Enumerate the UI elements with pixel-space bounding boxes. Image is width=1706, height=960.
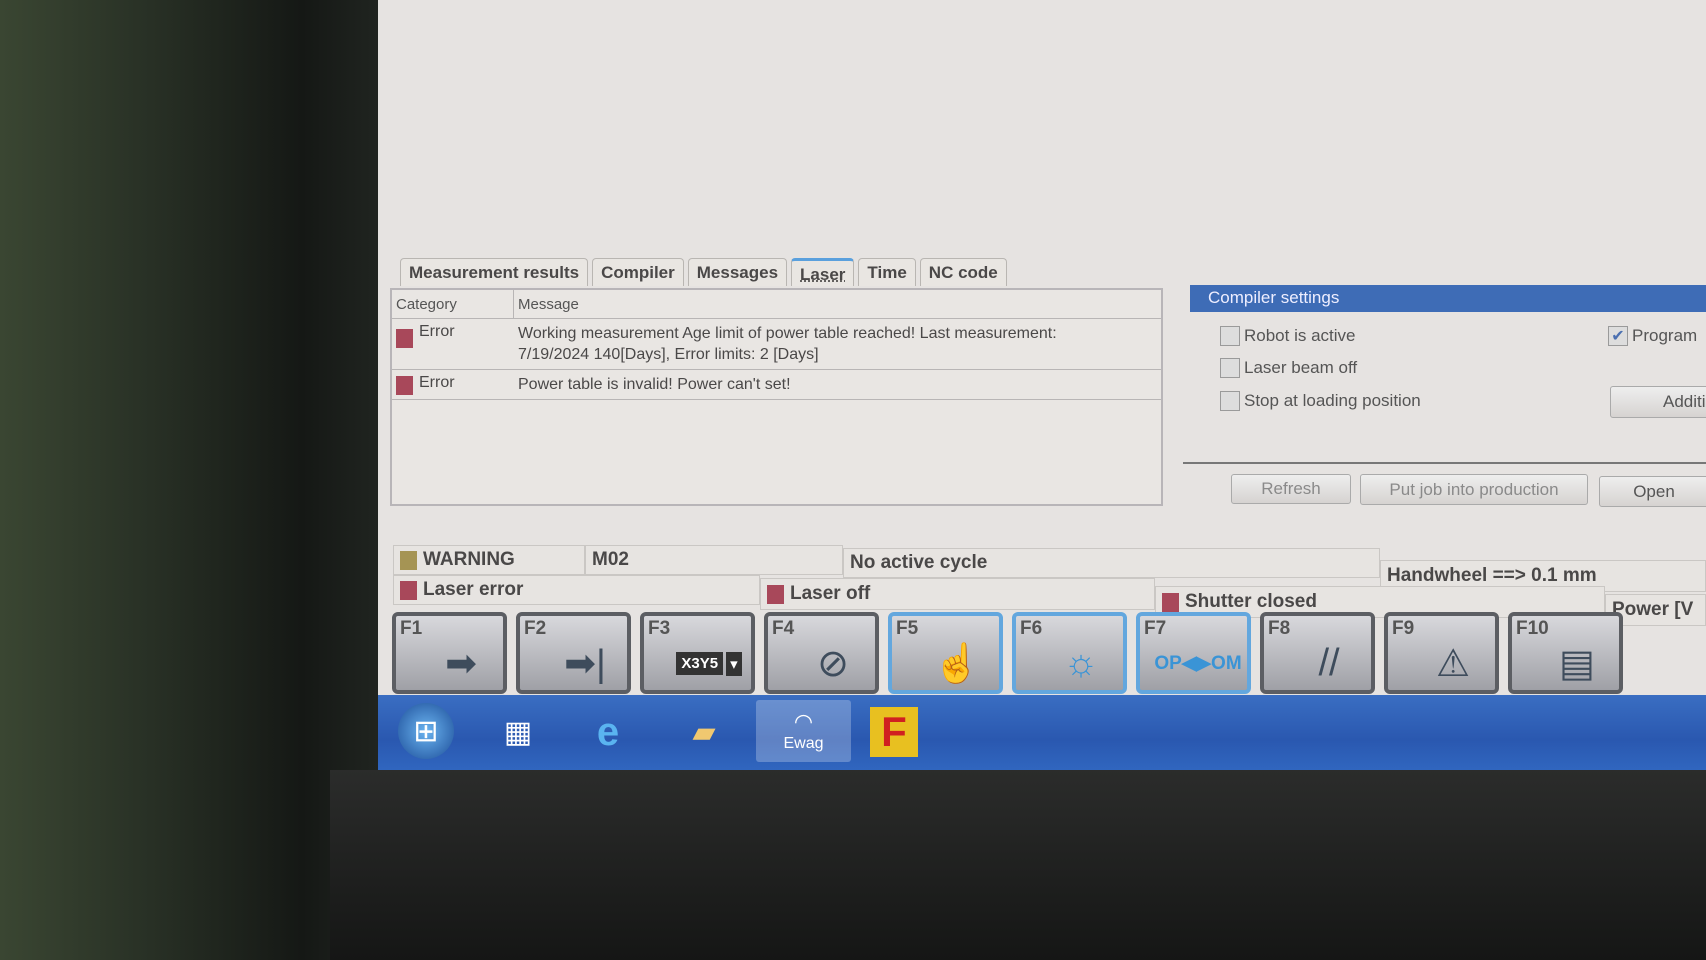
checkbox-icon (1220, 358, 1240, 378)
status-label: Shutter closed (1185, 591, 1317, 612)
put-job-into-production-button[interactable]: Put job into production (1360, 474, 1588, 505)
column-category[interactable]: Category (392, 290, 514, 318)
tab-bar: Measurement results Compiler Messages La… (400, 258, 1007, 286)
status-label: Laser error (423, 579, 524, 600)
additional-button[interactable]: Additio (1610, 386, 1706, 418)
tab-laser[interactable]: Laser (791, 258, 855, 286)
tab-time[interactable]: Time (858, 258, 916, 286)
lightbulb-icon: ☼ (1063, 642, 1099, 684)
tab-compiler[interactable]: Compiler (592, 258, 684, 286)
column-message[interactable]: Message (514, 296, 579, 313)
messages-table: Category Message Error Working measureme… (390, 288, 1163, 506)
application-f-icon[interactable]: F (870, 707, 918, 757)
f10-button[interactable]: F10 ▤ (1508, 612, 1623, 694)
key-label: F8 (1268, 618, 1291, 639)
f3-button[interactable]: F3 X3Y5 ▾ (640, 612, 755, 694)
category: Error (419, 374, 455, 391)
tab-messages[interactable]: Messages (687, 258, 788, 286)
arrow-to-end-icon: ➡| (564, 643, 606, 685)
taskbar: ⊞ ▦ e ▰ ◠ Ewag F (378, 695, 1706, 770)
divider (1183, 462, 1706, 464)
f6-button[interactable]: F6 ☼ (1012, 612, 1127, 694)
warning-status: WARNING (393, 545, 585, 575)
table-header: Category Message (392, 290, 1161, 319)
f1-button[interactable]: F1 ➡ (392, 612, 507, 694)
monitor-bezel-bottom (330, 770, 1706, 960)
op-om-icon: OP◀▶OM (1154, 653, 1242, 674)
message: Power table is invalid! Power can't set! (518, 376, 791, 393)
screen: Measurement results Compiler Messages La… (378, 0, 1706, 770)
stop-loading-position-checkbox[interactable]: Stop at loading position (1220, 391, 1421, 411)
robot-active-checkbox[interactable]: Robot is active (1220, 326, 1356, 346)
key-label: F5 (896, 618, 919, 639)
start-button-icon[interactable]: ⊞ (398, 703, 454, 759)
f2-button[interactable]: F2 ➡| (516, 612, 631, 694)
table-row[interactable]: Error Power table is invalid! Power can'… (392, 370, 1161, 400)
checkbox-label: Program (1632, 326, 1698, 345)
key-label: F3 (648, 618, 671, 639)
laser-warning-icon: ⚠ (1435, 643, 1471, 685)
monitor-bezel-left (0, 0, 378, 960)
key-label: F4 (772, 618, 795, 639)
tab-measurement-results[interactable]: Measurement results (400, 258, 589, 286)
ewag-taskbar-button[interactable]: ◠ Ewag (756, 700, 851, 762)
error-indicator-icon (1162, 592, 1179, 612)
error-indicator-icon (400, 580, 417, 600)
compiler-settings-header: Compiler settings (1190, 285, 1706, 312)
m-code-status: M02 (585, 545, 843, 575)
laser-error-status: Laser error (393, 575, 760, 605)
message: Working measurement Age limit of power t… (518, 325, 1057, 342)
parallel-lines-icon: // (1318, 642, 1340, 684)
laser-beam-off-checkbox[interactable]: Laser beam off (1220, 358, 1357, 378)
f8-button[interactable]: F8 // (1260, 612, 1375, 694)
checkbox-icon (1220, 391, 1240, 411)
cycle-status: No active cycle (843, 548, 1380, 578)
error-indicator-icon (767, 584, 784, 604)
laser-off-status: Laser off (760, 578, 1155, 610)
function-keys: F1 ➡ F2 ➡| F3 X3Y5 ▾ F4 ⊘ F5 ☝ F6 ☼ F7 OP◀▶OM F8… (392, 612, 1623, 694)
status-label: Laser off (790, 583, 871, 604)
key-label: F6 (1020, 618, 1043, 639)
open-button[interactable]: Open (1599, 476, 1706, 507)
internet-explorer-icon[interactable]: e (578, 703, 638, 761)
checkbox-label: Robot is active (1244, 326, 1356, 345)
refresh-button[interactable]: Refresh (1231, 474, 1351, 504)
ewag-label: Ewag (783, 735, 824, 752)
key-label: F2 (524, 618, 547, 639)
table-row[interactable]: Error Working measurement Age limit of p… (392, 319, 1161, 370)
warning-indicator-icon (400, 550, 417, 570)
axis-select-icon: X3Y5 ▾ (674, 636, 744, 691)
message-line2: 7/19/2024 140[Days], Error limits: 2 [Da… (518, 346, 819, 363)
f9-button[interactable]: F9 ⚠ (1384, 612, 1499, 694)
calculator-icon[interactable]: ▦ (488, 703, 548, 761)
f7-button[interactable]: F7 OP◀▶OM (1136, 612, 1251, 694)
key-label: F1 (400, 618, 423, 639)
checkbox-label: Laser beam off (1244, 358, 1358, 377)
program-checkbox[interactable]: ✔ Program (1608, 326, 1697, 346)
document-icon: ▤ (1559, 643, 1595, 685)
checkmark-icon: ✔ (1608, 326, 1628, 346)
hand-pointer-icon: ☝ (933, 642, 981, 685)
checkbox-icon (1220, 326, 1240, 346)
f5-button[interactable]: F5 ☝ (888, 612, 1003, 694)
f4-button[interactable]: F4 ⊘ (764, 612, 879, 694)
error-icon (396, 329, 413, 348)
ewag-logo-icon: ◠ (793, 709, 814, 734)
tab-nc-code[interactable]: NC code (919, 258, 1007, 286)
axis-text: X3Y5 (676, 652, 724, 675)
key-label: F9 (1392, 618, 1415, 639)
warning-label: WARNING (423, 549, 515, 570)
error-icon (396, 376, 413, 395)
category: Error (419, 323, 455, 340)
folder-icon[interactable]: ▰ (674, 703, 734, 761)
arrow-right-icon: ➡ (445, 643, 477, 685)
rotate-icon: ⊘ (817, 643, 849, 685)
checkbox-label: Stop at loading position (1244, 391, 1421, 410)
